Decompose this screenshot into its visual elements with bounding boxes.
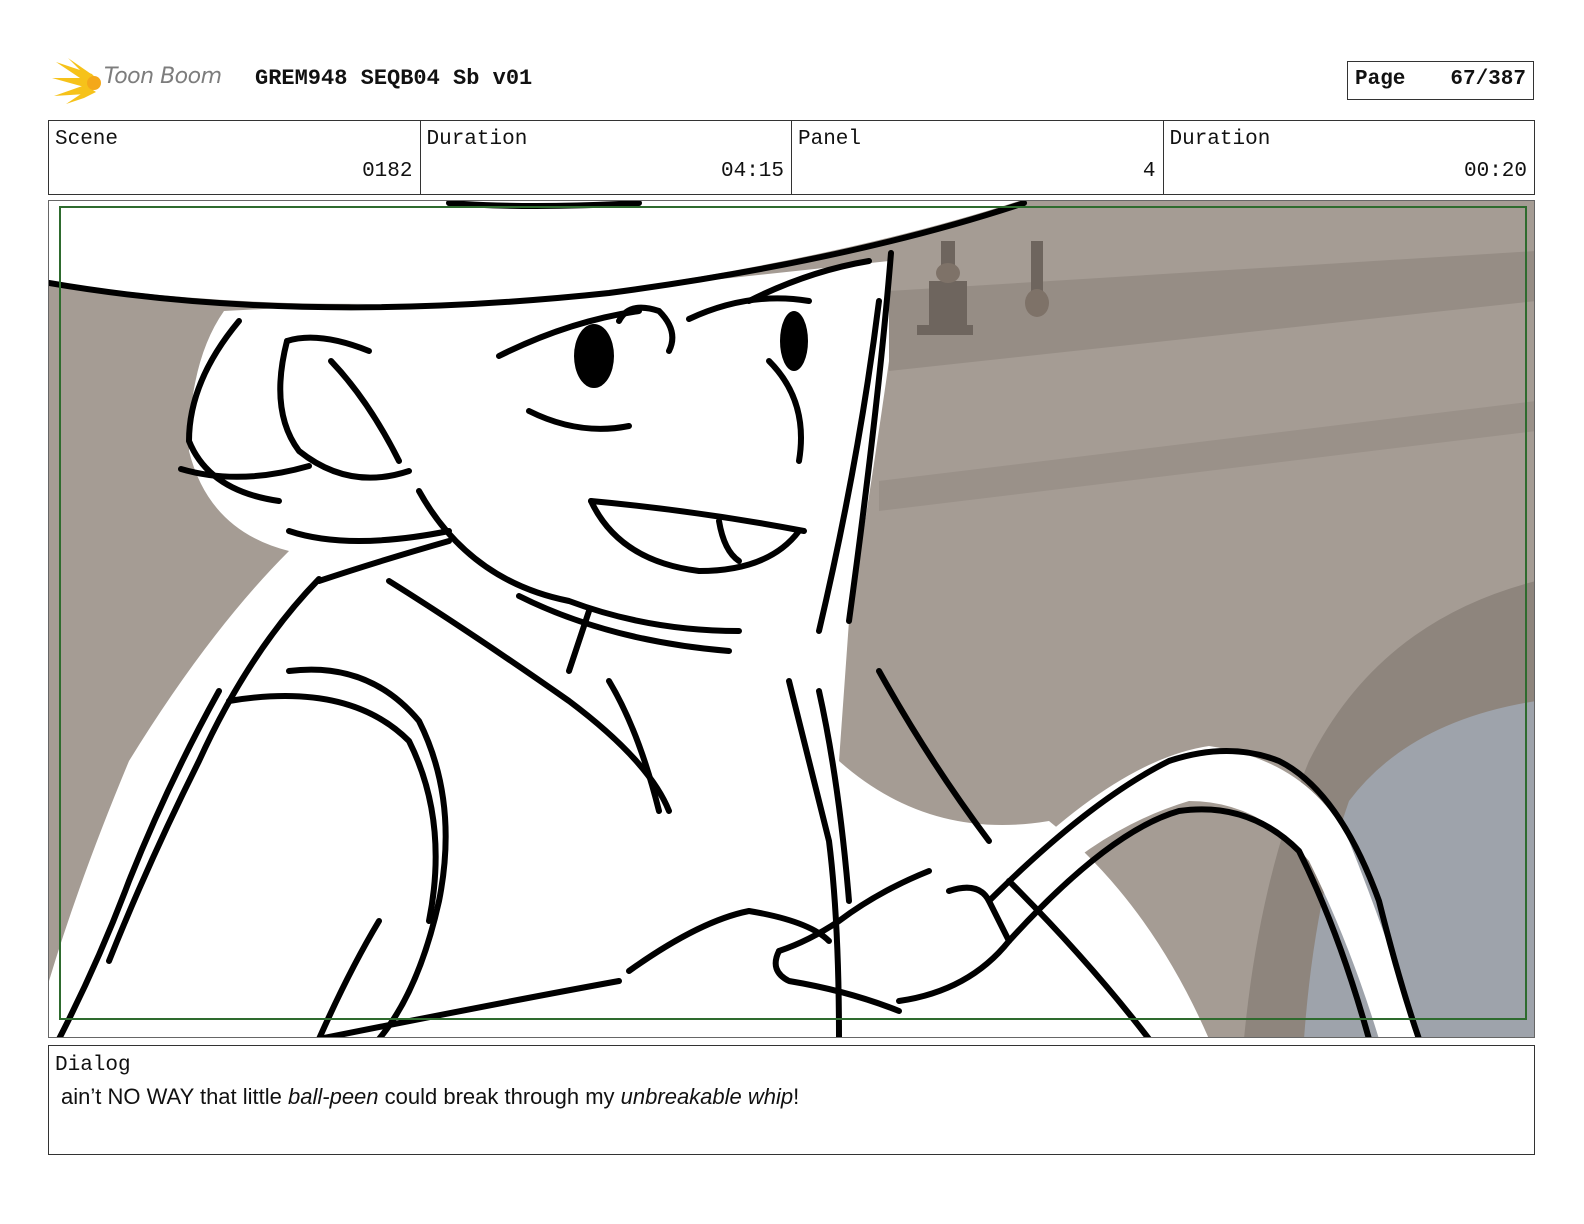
panel-value: 4 bbox=[1142, 160, 1156, 183]
dialog-text-part: ! bbox=[793, 1084, 800, 1109]
panel-drawing bbox=[49, 201, 1534, 1037]
starburst-icon bbox=[52, 58, 101, 104]
dialog-label: Dialog bbox=[55, 1054, 131, 1077]
panel-duration-value: 00:20 bbox=[1463, 160, 1527, 183]
storyboard-panel bbox=[48, 200, 1535, 1038]
logo-wordmark: Toon Boom bbox=[104, 64, 222, 89]
document-title: GREM948 SEQB04 Sb v01 bbox=[255, 66, 533, 91]
dialog-text-part: could break through my bbox=[378, 1084, 621, 1109]
panel-label: Panel bbox=[798, 128, 862, 151]
panel-duration-cell: Duration 00:20 bbox=[1164, 121, 1535, 194]
page-label: Page bbox=[1355, 68, 1406, 91]
panel-duration-label: Duration bbox=[1169, 128, 1271, 151]
dialog-box: Dialog ain’t NO WAY that little ball-pee… bbox=[48, 1045, 1535, 1155]
dialog-text-italic: unbreakable whip bbox=[620, 1084, 794, 1109]
scene-duration-cell: Duration 04:15 bbox=[421, 121, 792, 194]
page-number: 67/387 bbox=[1450, 68, 1526, 91]
scene-info-row: Scene 0182 Duration 04:15 Panel 4 Durati… bbox=[48, 120, 1535, 195]
dialog-text-part: ain’t NO WAY that little bbox=[61, 1084, 289, 1109]
panel-cell: Panel 4 bbox=[792, 121, 1164, 194]
dialog-text-italic: ball-peen bbox=[288, 1084, 379, 1109]
scene-duration-value: 04:15 bbox=[720, 160, 784, 183]
scene-value: 0182 bbox=[362, 160, 413, 183]
scene-cell: Scene 0182 bbox=[49, 121, 421, 194]
scene-label: Scene bbox=[55, 128, 119, 151]
toon-boom-logo: Toon Boom bbox=[52, 56, 242, 106]
dialog-text: ain’t NO WAY that little ball-peen could… bbox=[61, 1084, 799, 1110]
page-indicator: Page 67/387 bbox=[1347, 61, 1534, 100]
scene-duration-label: Duration bbox=[426, 128, 528, 151]
